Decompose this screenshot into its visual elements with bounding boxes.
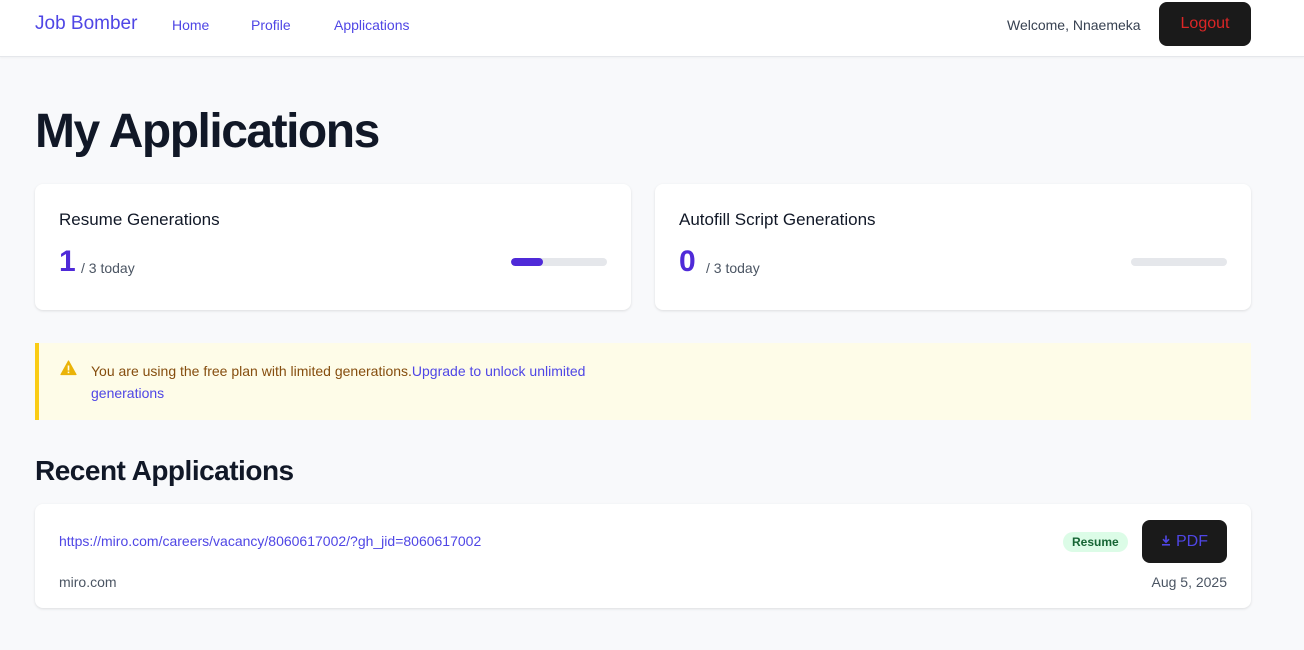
application-date: Aug 5, 2025 [1151,574,1227,590]
application-url-link[interactable]: https://miro.com/careers/vacancy/8060617… [59,533,481,549]
alert-message: You are using the free plan with limited… [91,360,651,404]
pdf-button-label: PDF [1176,532,1208,550]
application-domain: miro.com [59,574,117,590]
download-icon [1161,535,1171,548]
welcome-message: Welcome, Nnaemeka [1007,17,1141,33]
nav-link-applications[interactable]: Applications [334,17,410,33]
resume-badge: Resume [1063,532,1128,552]
top-navbar: Job Bomber Home Profile Applications Wel… [0,0,1304,57]
stat-suffix: / 3 today [81,260,135,276]
stat-suffix: / 3 today [706,260,760,276]
stat-value: 0 [679,245,696,278]
download-pdf-button[interactable]: PDF [1142,520,1227,563]
stat-title: Resume Generations [59,210,220,229]
usage-progress-bar [511,258,607,266]
autofill-generations-card: Autofill Script Generations 0 / 3 today [655,184,1251,310]
resume-generations-card: Resume Generations 1 / 3 today [35,184,631,310]
stat-value: 1 [59,245,76,278]
usage-progress-bar [1131,258,1227,266]
warning-icon [60,360,78,378]
nav-link-profile[interactable]: Profile [251,17,291,33]
alert-message-text: You are using the free plan with limited… [91,363,412,379]
stat-title: Autofill Script Generations [679,210,876,229]
usage-progress-fill [511,258,543,266]
recent-applications-title: Recent Applications [35,455,294,486]
brand-logo[interactable]: Job Bomber [35,13,137,35]
page-title: My Applications [35,105,380,158]
logout-button[interactable]: Logout [1159,2,1251,46]
nav-link-home[interactable]: Home [172,17,209,33]
free-plan-alert: You are using the free plan with limited… [35,343,1251,420]
application-row: https://miro.com/careers/vacancy/8060617… [35,504,1251,608]
